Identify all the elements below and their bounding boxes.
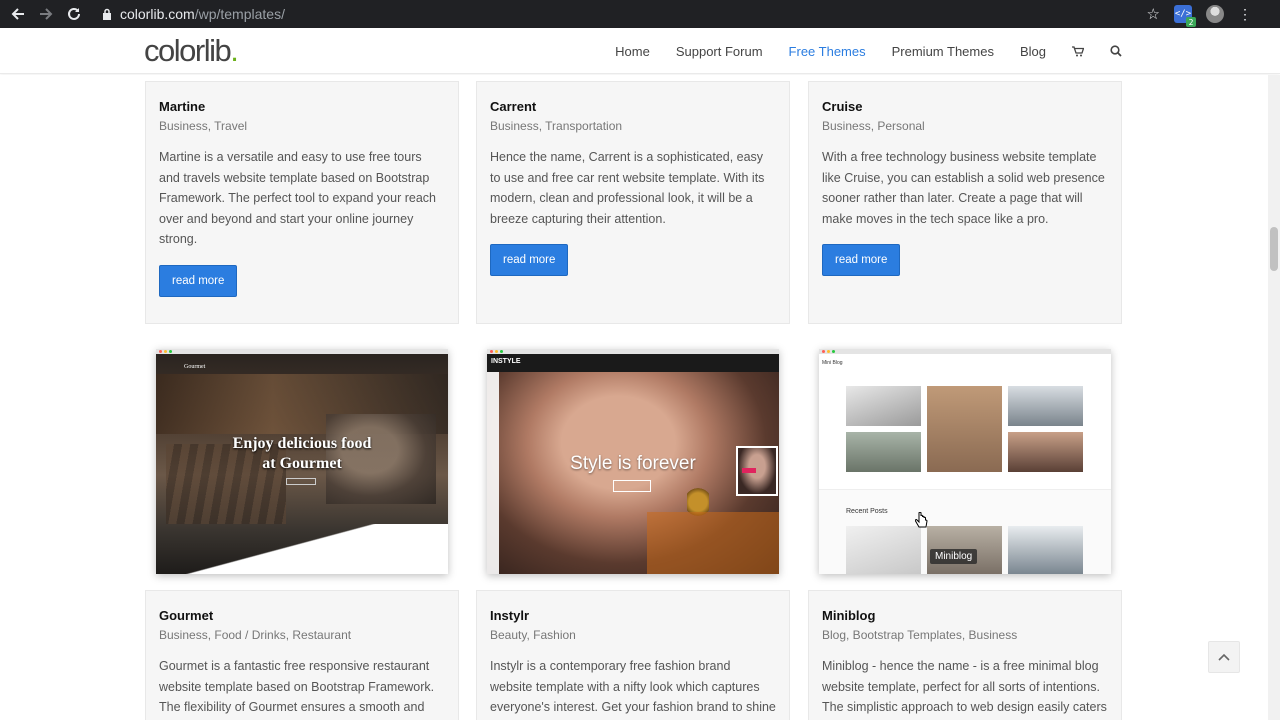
card-description: With a free technology business website … (822, 150, 1105, 226)
miniblog-logo-text: Mini Blog (822, 360, 843, 366)
card-categories: Business, Travel (159, 119, 248, 133)
template-card-cruise: Cruise Business, Personal With a free te… (808, 81, 1122, 324)
instyle-logo-text: INSTYLE (491, 358, 521, 365)
instyle-popup-card (736, 446, 778, 496)
read-more-button[interactable]: read more (822, 244, 901, 276)
gourmet-logo-text: Gourmet (184, 364, 206, 370)
template-card-instylr: Instylr Beauty, Fashion Instylr is a con… (476, 590, 790, 720)
scrollbar-thumb[interactable] (1270, 227, 1278, 271)
site-header: colorlib. Home Support Forum Free Themes… (0, 28, 1280, 74)
page-scrollbar[interactable] (1268, 75, 1280, 720)
menu-kebab-icon[interactable]: ⋮ (1238, 6, 1252, 23)
url-host: colorlib.com (120, 6, 195, 22)
back-arrow-icon[interactable] (4, 0, 32, 28)
read-more-button[interactable]: read more (490, 244, 569, 276)
template-card-gourmet: Gourmet Business, Food / Drinks, Restaur… (145, 590, 459, 720)
profile-avatar[interactable] (1206, 5, 1224, 23)
menu-item-support-forum[interactable]: Support Forum (676, 44, 763, 59)
gourmet-cta-button (286, 478, 316, 485)
templates-grid: Martine Business, Travel Martine is a ve… (0, 75, 1268, 720)
url-path: /wp/templates/ (194, 6, 285, 22)
card-description: Hence the name, Carrent is a sophisticat… (490, 150, 765, 226)
menu-item-home[interactable]: Home (615, 44, 650, 59)
card-categories: Business, Transportation (490, 119, 623, 133)
extension-badge: 2 (1186, 17, 1196, 27)
colorlib-logo[interactable]: colorlib. (144, 33, 239, 69)
cart-icon[interactable] (1072, 45, 1084, 57)
template-card-martine: Martine Business, Travel Martine is a ve… (145, 81, 459, 324)
miniblog-recent-posts-label: Recent Posts (846, 508, 888, 515)
card-title[interactable]: Instylr (490, 608, 776, 623)
card-description: Gourmet is a fantastic free responsive r… (159, 659, 435, 714)
miniblog-preview-image[interactable]: Mini Blog Recent Posts Miniblog (819, 349, 1111, 574)
gourmet-headline: Enjoy delicious food at Gourmet (232, 435, 372, 472)
bookmark-star-icon[interactable]: ☆ (1147, 5, 1160, 23)
lock-icon (102, 8, 112, 20)
card-description: Martine is a versatile and easy to use f… (159, 150, 436, 246)
template-card-carrent: Carrent Business, Transportation Hence t… (476, 81, 790, 324)
browser-toolbar: colorlib.com/wp/templates/ ☆ </> 2 ⋮ (0, 0, 1280, 28)
gourmet-preview-image[interactable]: Gourmet Enjoy delicious food at Gourmet (156, 349, 448, 574)
card-title[interactable]: Miniblog (822, 608, 1108, 623)
menu-item-free-themes[interactable]: Free Themes (789, 44, 866, 59)
address-bar[interactable]: colorlib.com/wp/templates/ (102, 6, 285, 22)
main-menu: Home Support Forum Free Themes Premium T… (589, 28, 1122, 74)
card-categories: Beauty, Fashion (490, 628, 576, 642)
hand-cursor-icon (914, 511, 929, 535)
card-description: Miniblog - hence the name - is a free mi… (822, 659, 1107, 714)
reload-icon[interactable] (60, 0, 88, 28)
chevron-up-icon (1218, 653, 1230, 661)
card-description: Instylr is a contemporary free fashion b… (490, 659, 776, 714)
template-card-miniblog: Miniblog Blog, Bootstrap Templates, Busi… (808, 590, 1122, 720)
menu-item-blog[interactable]: Blog (1020, 44, 1046, 59)
card-categories: Business, Personal (822, 119, 925, 133)
read-more-button[interactable]: read more (159, 264, 238, 297)
instyle-preview-image[interactable]: INSTYLE Style is forever (487, 349, 779, 574)
card-title[interactable]: Martine (159, 99, 445, 114)
scroll-to-top-button[interactable] (1208, 641, 1240, 673)
instyle-cta-button (613, 480, 651, 492)
miniblog-tooltip: Miniblog (930, 549, 978, 564)
card-categories: Business, Food / Drinks, Restaurant (159, 628, 352, 642)
forward-arrow-icon[interactable] (32, 0, 60, 28)
card-title[interactable]: Gourmet (159, 608, 445, 623)
extension-icon[interactable]: </> 2 (1174, 5, 1196, 27)
card-title[interactable]: Cruise (822, 99, 1108, 114)
card-categories: Blog, Bootstrap Templates, Business (822, 628, 1018, 642)
menu-item-premium-themes[interactable]: Premium Themes (892, 44, 994, 59)
card-title[interactable]: Carrent (490, 99, 776, 114)
search-icon[interactable] (1110, 45, 1122, 57)
